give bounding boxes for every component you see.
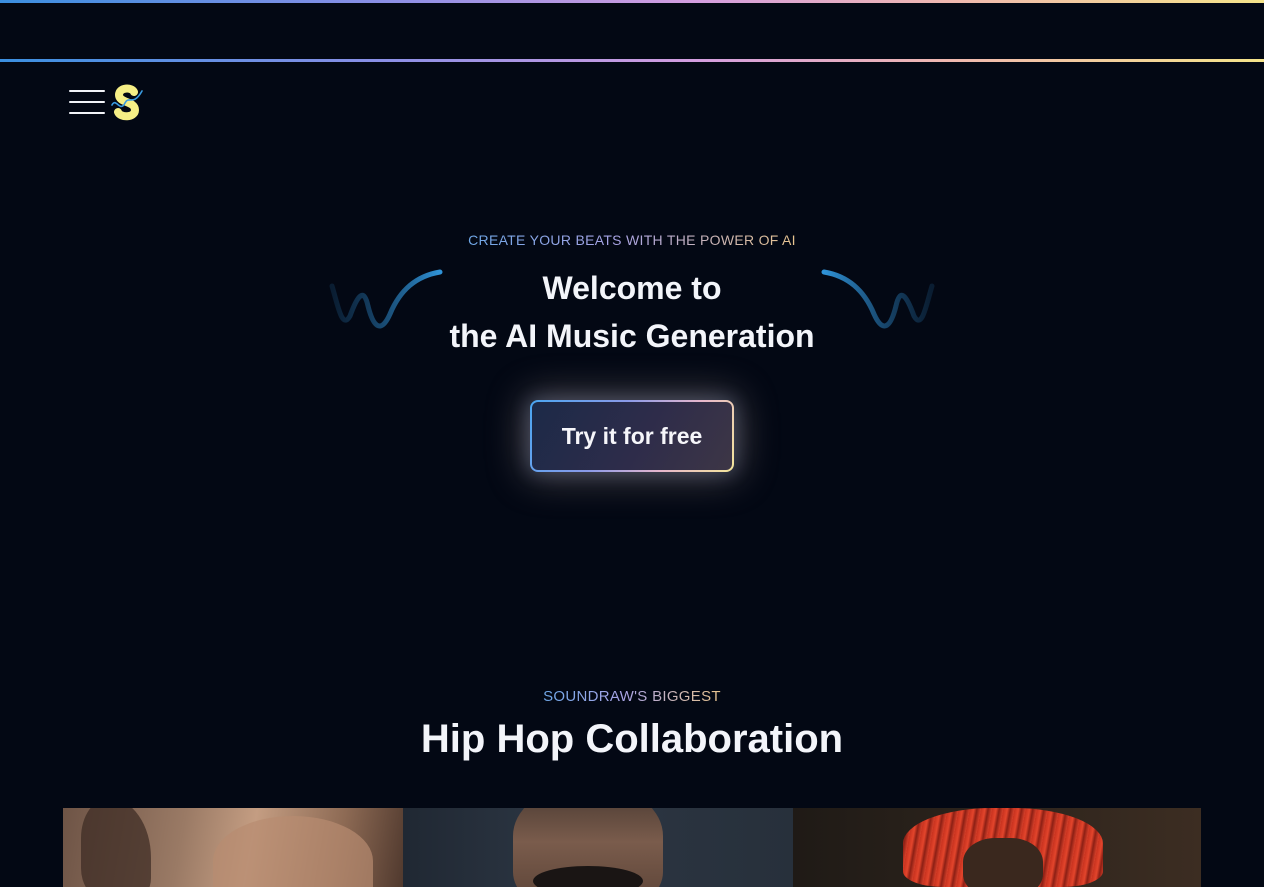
artist-photo-2[interactable]	[403, 808, 793, 887]
collaboration-section: SOUNDRAW'S BIGGEST Hip Hop Collaboration	[0, 688, 1264, 766]
collab-eyebrow: SOUNDRAW'S BIGGEST	[543, 688, 721, 705]
wave-decoration-right-icon	[821, 269, 935, 329]
header	[68, 82, 144, 122]
landing-page: CREATE YOUR BEATS WITH THE POWER OF AI W…	[0, 0, 1264, 887]
try-for-free-button[interactable]: Try it for free	[530, 400, 734, 472]
hero-eyebrow: CREATE YOUR BEATS WITH THE POWER OF AI	[468, 232, 796, 248]
hero-title-line1: Welcome to	[542, 270, 722, 306]
top-gradient-line	[0, 0, 1264, 3]
hero-section: CREATE YOUR BEATS WITH THE POWER OF AI W…	[0, 232, 1264, 472]
artist-photo-3[interactable]	[793, 808, 1201, 887]
hero-title: Welcome to the AI Music Generation	[0, 264, 1264, 360]
wave-decoration-left-icon	[329, 269, 443, 329]
artist-photo-1[interactable]	[63, 808, 403, 887]
try-for-free-label: Try it for free	[532, 402, 732, 470]
hero-title-line2: the AI Music Generation	[449, 318, 815, 354]
header-gradient-line	[0, 59, 1264, 62]
artist-gallery	[63, 808, 1201, 887]
collab-title: Hip Hop Collaboration	[420, 717, 844, 761]
hamburger-menu-icon[interactable]	[68, 87, 106, 117]
soundraw-logo[interactable]	[110, 83, 144, 121]
